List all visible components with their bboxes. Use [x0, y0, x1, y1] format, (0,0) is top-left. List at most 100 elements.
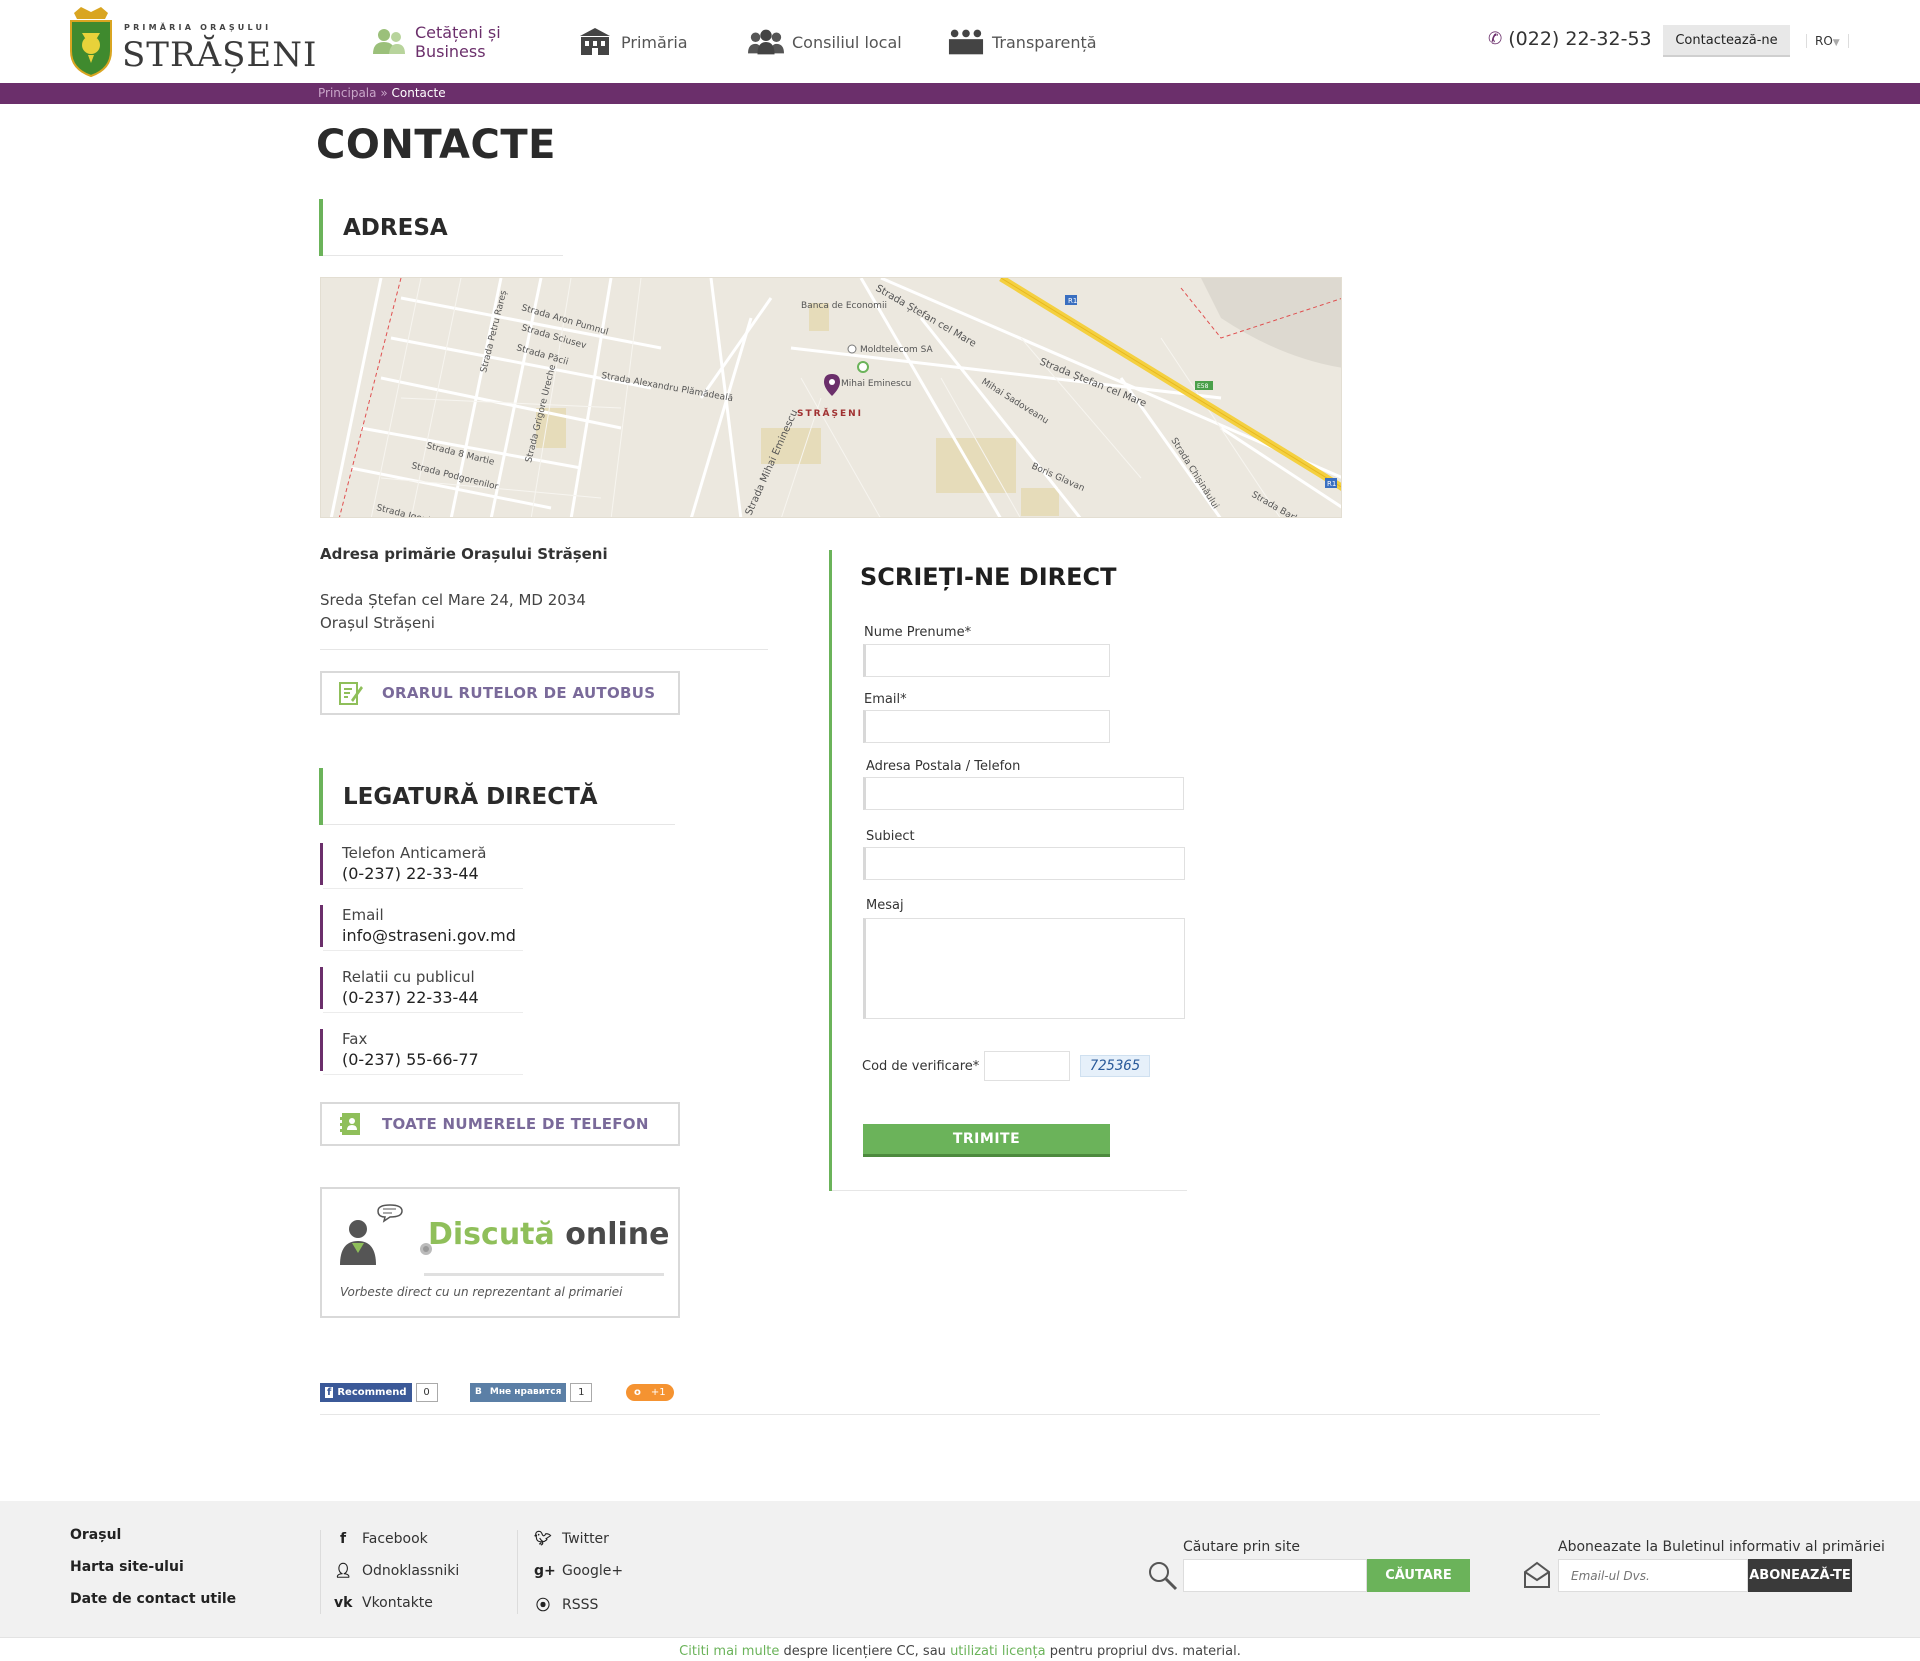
language-select[interactable]: RO▼ — [1806, 34, 1849, 48]
message-label: Mesaj — [866, 898, 904, 913]
newsletter-email-input[interactable] — [1558, 1559, 1748, 1592]
bus-schedule-link[interactable]: ORARUL RUTELOR DE AUTOBUS — [320, 671, 680, 715]
svg-text:R1: R1 — [1068, 297, 1077, 305]
svg-text:E58: E58 — [1197, 383, 1209, 390]
facebook-recommend-button[interactable]: f Recommend — [320, 1382, 412, 1402]
search-icon — [1149, 1562, 1178, 1591]
breadcrumb-bar — [0, 83, 1920, 104]
contact-value[interactable]: (0-237) 22-33-44 — [342, 863, 520, 885]
contact-value: (0-237) 55-66-77 — [342, 1050, 479, 1069]
people-icon — [371, 26, 407, 58]
header-phone[interactable]: ✆ (022) 22-32-53 — [1488, 28, 1652, 50]
footer-link-orasul[interactable]: Orașul — [70, 1527, 121, 1543]
footer-social-label: Vkontakte — [362, 1595, 433, 1611]
vkontakte-icon: vk — [334, 1595, 353, 1611]
divider — [320, 649, 768, 650]
footer-rss[interactable]: ⦿ RSSS — [534, 1595, 598, 1615]
svg-text:Moldtelecom SA: Moldtelecom SA — [860, 345, 934, 355]
language-value: RO — [1815, 34, 1833, 48]
all-phones-label: TOATE NUMERELE DE TELEFON — [382, 1115, 649, 1133]
subject-label: Subiect — [866, 829, 915, 844]
nav-cetateni[interactable]: Cetățeni și Business — [371, 20, 525, 64]
divider — [320, 1530, 321, 1614]
site-search-input[interactable] — [1183, 1559, 1367, 1592]
twitter-icon: 🐦︎ — [534, 1531, 552, 1547]
map-canvas: Banca de Economii Moldtelecom SA Mihai E… — [321, 278, 1341, 517]
email-input[interactable] — [863, 710, 1110, 743]
newsletter-subscribe-button[interactable]: ABONEAZĂ-TE — [1748, 1559, 1852, 1592]
all-phones-link[interactable]: TOATE NUMERELE DE TELEFON — [320, 1102, 680, 1146]
bus-schedule-label: ORARUL RUTELOR DE AUTOBUS — [382, 684, 656, 702]
breadcrumb-separator: » — [380, 86, 388, 100]
address-city: Orașul Strășeni — [320, 614, 435, 632]
footer-facebook[interactable]: f Facebook — [334, 1531, 428, 1547]
verification-code-label: Cod de verificare* — [862, 1059, 980, 1074]
address-heading-text: ADRESA — [343, 214, 448, 241]
submit-button[interactable]: TRIMITE — [863, 1124, 1110, 1157]
footer-link-contacts[interactable]: Date de contact utile — [70, 1591, 236, 1607]
contact-value[interactable]: (0-237) 22-33-44 — [342, 987, 520, 1009]
address-phone-label: Adresa Postala / Telefon — [866, 759, 1021, 774]
svg-text:R1: R1 — [1327, 480, 1336, 488]
license-use-link[interactable]: utilizati licența — [950, 1644, 1045, 1659]
site-logo[interactable]: PRIMĂRIA ORAȘULUI STRĂȘENI — [68, 7, 316, 77]
nav-primaria[interactable]: Primăria — [577, 20, 731, 64]
address-phone-input[interactable] — [863, 777, 1184, 810]
breadcrumb-home[interactable]: Principala — [318, 86, 377, 100]
contact-item-fax: Fax (0-237) 55-66-77 — [320, 1029, 523, 1075]
subject-input[interactable] — [863, 847, 1185, 880]
nav-label: Consiliul local — [792, 32, 902, 52]
footer-social-label: RSSS — [562, 1597, 599, 1613]
license-read-more-link[interactable]: Cititi mai multe — [679, 1644, 779, 1659]
online-chat-widget[interactable]: Discută online Vorbeste direct cu un rep… — [320, 1187, 680, 1318]
address-title: Adresa primărie Orașului Strășeni — [320, 545, 608, 563]
address-book-icon — [340, 1113, 360, 1135]
svg-text:Banca de Economii: Banca de Economii — [801, 301, 887, 311]
name-input[interactable] — [863, 644, 1110, 677]
site-search-button[interactable]: CĂUTARE — [1367, 1559, 1470, 1592]
ok-plus[interactable]: o +1 — [626, 1382, 674, 1402]
contact-value[interactable]: info@straseni.gov.md — [342, 925, 520, 947]
nav-label: Cetățeni și Business — [415, 23, 501, 61]
building-icon — [577, 26, 613, 58]
message-textarea[interactable] — [863, 918, 1185, 1019]
divider — [424, 1273, 664, 1276]
direct-contact-heading-text: LEGATURĂ DIRECTĂ — [343, 783, 598, 810]
odnoklassniki-button[interactable]: o +1 — [626, 1383, 674, 1401]
contact-item-anticamera: Telefon Anticameră (0-237) 22-33-44 — [320, 843, 523, 889]
contact-label: Fax — [342, 1030, 368, 1048]
breadcrumb: Principala » Contacte — [318, 86, 446, 100]
svg-text:STRĂȘENI: STRĂȘENI — [797, 407, 863, 419]
divider — [517, 1530, 518, 1614]
footer-vkontakte[interactable]: vk Vkontakte — [334, 1595, 433, 1611]
nav-transparenta[interactable]: Transparență — [948, 20, 1102, 64]
footer-googleplus[interactable]: g+ Google+ — [534, 1563, 623, 1579]
footer-social-label: Twitter — [562, 1531, 609, 1547]
council-icon — [748, 26, 784, 58]
address-street: Sreda Ștefan cel Mare 24, MD 2034 — [320, 591, 586, 609]
verification-code-input[interactable] — [984, 1051, 1070, 1081]
license-text: pentru propriul dvs. material. — [1049, 1644, 1241, 1659]
contact-label: Email — [342, 906, 384, 924]
captcha-image: 725365 — [1080, 1055, 1150, 1077]
facebook-count: 0 — [415, 1382, 438, 1402]
footer-social-label: Odnoklassniki — [362, 1563, 460, 1579]
nav-label: Primăria — [621, 32, 688, 52]
chat-agent-icon — [340, 1204, 432, 1265]
facebook-recommend[interactable]: f Recommend 0 — [320, 1382, 438, 1402]
svg-text:Mihai Eminescu: Mihai Eminescu — [841, 379, 911, 389]
breadcrumb-current: Contacte — [391, 86, 446, 100]
footer-twitter[interactable]: 🐦︎ Twitter — [534, 1531, 609, 1547]
vk-count: 1 — [570, 1382, 593, 1402]
rss-icon: ⦿ — [536, 1598, 550, 1614]
vk-like-button[interactable]: B Мне нравится — [470, 1382, 567, 1402]
footer-link-sitemap[interactable]: Harta site-ului — [70, 1559, 184, 1575]
contact-us-button[interactable]: Contactează-ne — [1663, 25, 1790, 57]
nav-consiliul[interactable]: Consiliul local — [748, 20, 902, 64]
chat-title: Discută online — [428, 1217, 669, 1252]
footer-odnoklassniki[interactable]: 👤︎ Odnoklassniki — [334, 1563, 459, 1579]
vk-like[interactable]: B Мне нравится 1 — [470, 1382, 593, 1402]
googleplus-icon: g+ — [534, 1563, 556, 1579]
direct-contact-heading: LEGATURĂ DIRECTĂ — [319, 768, 675, 825]
location-map[interactable]: Banca de Economii Moldtelecom SA Mihai E… — [320, 277, 1342, 518]
